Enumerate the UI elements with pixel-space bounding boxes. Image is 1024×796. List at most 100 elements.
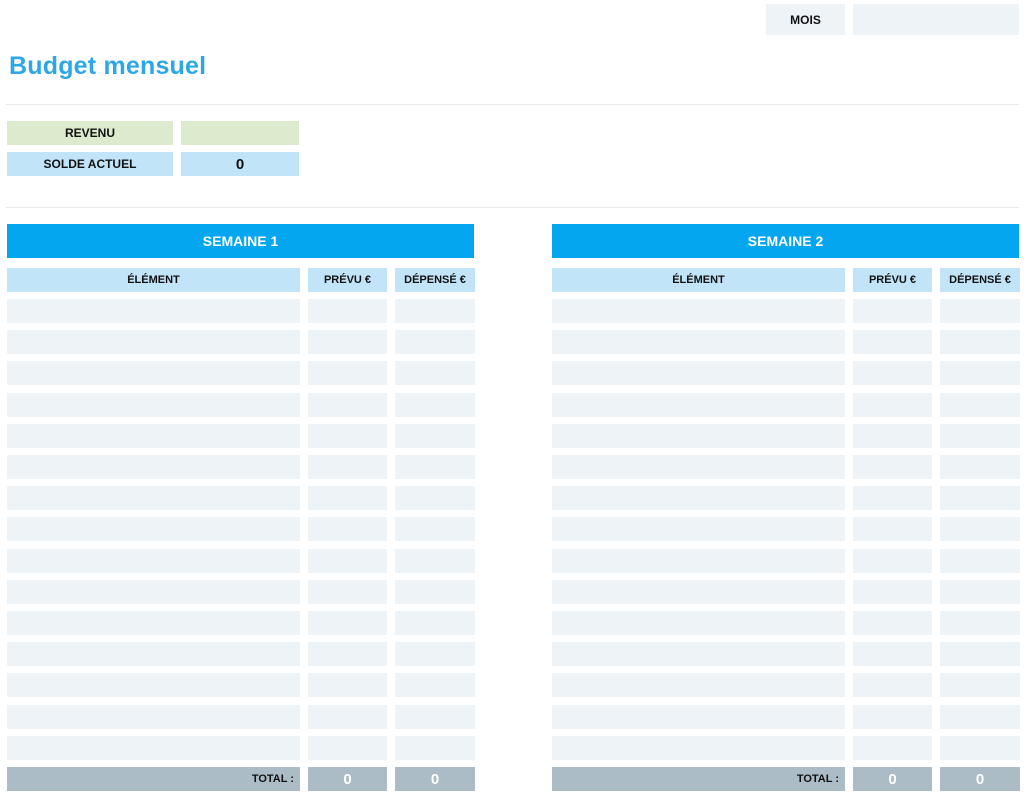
week-2-item-cell[interactable] xyxy=(552,299,845,323)
week-1-spent-cell[interactable] xyxy=(395,580,475,604)
week-2-planned-cell[interactable] xyxy=(853,736,932,760)
week-2-item-cell[interactable] xyxy=(552,517,845,541)
week-1-planned-cell[interactable] xyxy=(308,673,387,697)
week-1-item-cell[interactable] xyxy=(7,393,300,417)
week-2-planned-cell[interactable] xyxy=(853,361,932,385)
week-1-spent-cell[interactable] xyxy=(395,549,475,573)
week-2-spent-cell[interactable] xyxy=(940,455,1020,479)
week-2-total-spent: 0 xyxy=(940,767,1020,791)
week-1-spent-cell[interactable] xyxy=(395,673,475,697)
week-2-planned-cell[interactable] xyxy=(853,455,932,479)
week-1-total-spent: 0 xyxy=(395,767,475,791)
week-2-planned-cell[interactable] xyxy=(853,330,932,354)
week-2-item-cell[interactable] xyxy=(552,393,845,417)
week-2-planned-cell[interactable] xyxy=(853,424,932,448)
week-1-spent-cell[interactable] xyxy=(395,361,475,385)
week-2-item-cell[interactable] xyxy=(552,455,845,479)
week-1-planned-cell[interactable] xyxy=(308,455,387,479)
week-1-planned-cell[interactable] xyxy=(308,393,387,417)
week-1-planned-cell[interactable] xyxy=(308,705,387,729)
week-2-item-cell[interactable] xyxy=(552,642,845,666)
week-2-planned-cell[interactable] xyxy=(853,549,932,573)
week-1-spent-cell[interactable] xyxy=(395,705,475,729)
week-1-planned-cell[interactable] xyxy=(308,580,387,604)
week-1-item-cell[interactable] xyxy=(7,486,300,510)
week-1-item-cell[interactable] xyxy=(7,299,300,323)
week-2-planned-cell[interactable] xyxy=(853,611,932,635)
week-1-planned-cell[interactable] xyxy=(308,549,387,573)
week-2-planned-cell[interactable] xyxy=(853,393,932,417)
week-1-spent-cell[interactable] xyxy=(395,736,475,760)
week-2-spent-cell[interactable] xyxy=(940,549,1020,573)
week-2-planned-cell[interactable] xyxy=(853,705,932,729)
week-1-item-cell[interactable] xyxy=(7,330,300,354)
week-2-spent-cell[interactable] xyxy=(940,361,1020,385)
week-2-item-cell[interactable] xyxy=(552,330,845,354)
week-2-col-planned: PRÉVU € xyxy=(853,268,932,292)
week-1-planned-cell[interactable] xyxy=(308,330,387,354)
week-1-item-cell[interactable] xyxy=(7,736,300,760)
week-2-total-planned: 0 xyxy=(853,767,932,791)
week-1-spent-cell[interactable] xyxy=(395,486,475,510)
week-1-total-planned: 0 xyxy=(308,767,387,791)
week-2-planned-cell[interactable] xyxy=(853,299,932,323)
week-2-item-cell[interactable] xyxy=(552,673,845,697)
week-1-planned-cell[interactable] xyxy=(308,642,387,666)
week-1-item-cell[interactable] xyxy=(7,580,300,604)
week-1-spent-cell[interactable] xyxy=(395,611,475,635)
week-1-planned-cell[interactable] xyxy=(308,486,387,510)
week-1-planned-cell[interactable] xyxy=(308,299,387,323)
week-2-item-cell[interactable] xyxy=(552,611,845,635)
week-1-planned-cell[interactable] xyxy=(308,424,387,448)
week-1-item-cell[interactable] xyxy=(7,517,300,541)
week-1-spent-cell[interactable] xyxy=(395,299,475,323)
week-2-item-cell[interactable] xyxy=(552,580,845,604)
divider-middle xyxy=(6,207,1019,208)
week-1-spent-cell[interactable] xyxy=(395,330,475,354)
week-1-item-cell[interactable] xyxy=(7,361,300,385)
week-2-spent-cell[interactable] xyxy=(940,486,1020,510)
week-1-item-cell[interactable] xyxy=(7,455,300,479)
week-2-spent-cell[interactable] xyxy=(940,424,1020,448)
week-1-item-cell[interactable] xyxy=(7,611,300,635)
week-2-spent-cell[interactable] xyxy=(940,673,1020,697)
week-2-item-cell[interactable] xyxy=(552,705,845,729)
week-2-item-cell[interactable] xyxy=(552,736,845,760)
week-2-planned-cell[interactable] xyxy=(853,642,932,666)
week-2-spent-cell[interactable] xyxy=(940,736,1020,760)
week-2-spent-cell[interactable] xyxy=(940,299,1020,323)
week-1-planned-cell[interactable] xyxy=(308,736,387,760)
week-2-spent-cell[interactable] xyxy=(940,705,1020,729)
week-2-spent-cell[interactable] xyxy=(940,517,1020,541)
week-1-col-spent: DÉPENSÉ € xyxy=(395,268,475,292)
week-1-item-cell[interactable] xyxy=(7,705,300,729)
week-2-spent-cell[interactable] xyxy=(940,580,1020,604)
week-1-planned-cell[interactable] xyxy=(308,361,387,385)
week-1-planned-cell[interactable] xyxy=(308,611,387,635)
week-2-item-cell[interactable] xyxy=(552,424,845,448)
page-title: Budget mensuel xyxy=(9,52,207,80)
week-1-item-cell[interactable] xyxy=(7,642,300,666)
month-input[interactable] xyxy=(853,4,1019,35)
week-2-spent-cell[interactable] xyxy=(940,330,1020,354)
week-2-spent-cell[interactable] xyxy=(940,611,1020,635)
week-2-item-cell[interactable] xyxy=(552,361,845,385)
week-1-spent-cell[interactable] xyxy=(395,517,475,541)
week-1-item-cell[interactable] xyxy=(7,549,300,573)
week-2-spent-cell[interactable] xyxy=(940,642,1020,666)
week-2-item-cell[interactable] xyxy=(552,549,845,573)
week-2-planned-cell[interactable] xyxy=(853,580,932,604)
week-2-planned-cell[interactable] xyxy=(853,486,932,510)
week-1-spent-cell[interactable] xyxy=(395,455,475,479)
week-1-spent-cell[interactable] xyxy=(395,424,475,448)
week-1-item-cell[interactable] xyxy=(7,424,300,448)
week-1-spent-cell[interactable] xyxy=(395,393,475,417)
week-1-planned-cell[interactable] xyxy=(308,517,387,541)
week-1-item-cell[interactable] xyxy=(7,673,300,697)
week-2-item-cell[interactable] xyxy=(552,486,845,510)
revenue-input[interactable] xyxy=(181,121,299,145)
week-1-spent-cell[interactable] xyxy=(395,642,475,666)
week-2-planned-cell[interactable] xyxy=(853,517,932,541)
week-2-spent-cell[interactable] xyxy=(940,393,1020,417)
week-2-planned-cell[interactable] xyxy=(853,673,932,697)
